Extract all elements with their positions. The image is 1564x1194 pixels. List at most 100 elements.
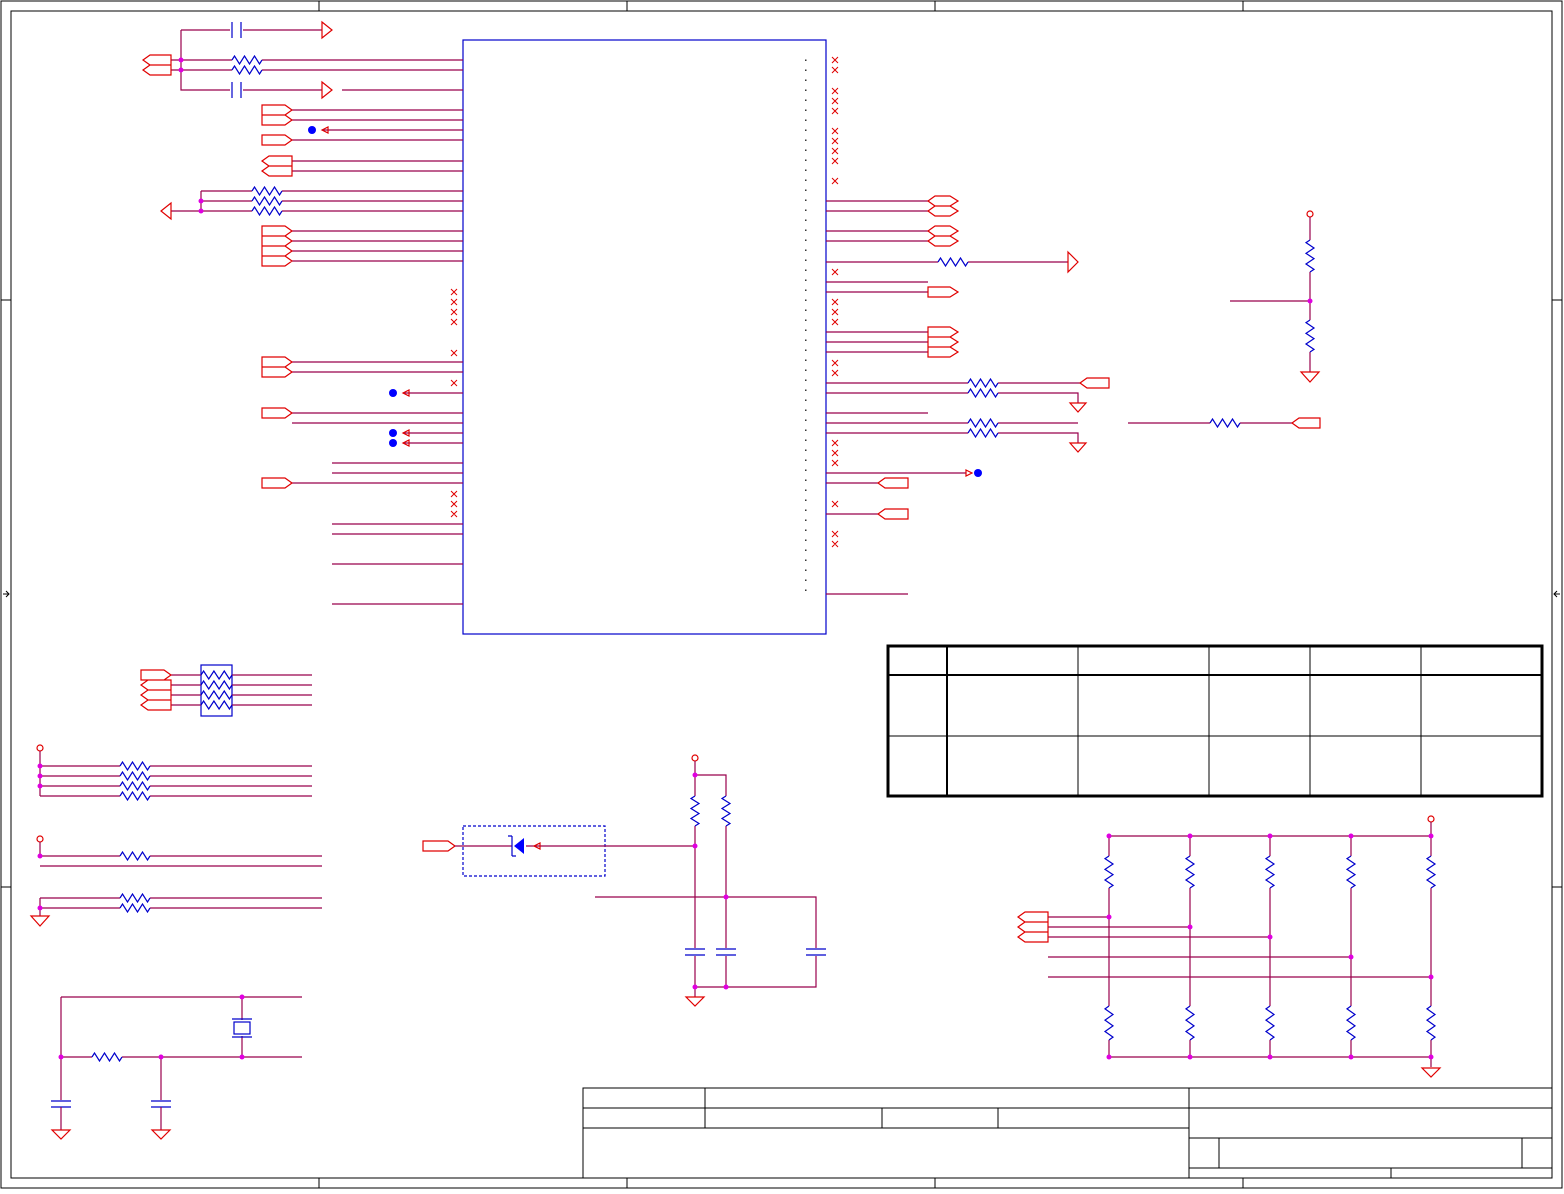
option-table [886,644,1544,798]
resistor-symbol [119,760,151,772]
resistor-symbol [91,1051,123,1063]
resistor-symbol [251,205,283,217]
ic-pin-mark [805,209,807,211]
resistor-symbol [967,427,999,439]
ic-pin-mark [805,449,807,451]
ic-pin-mark [805,79,807,81]
ic-pin-mark [805,549,807,551]
resistor-symbol [119,892,151,904]
resistor-symbol [1184,855,1196,889]
ic-pin-mark [805,369,807,371]
resistor-symbol [119,850,151,862]
ic-pin-mark [805,189,807,191]
resistor-symbol [1103,855,1115,889]
resistor-symbol [1304,239,1316,273]
resistor-symbol [1345,855,1357,889]
ic-pin-mark [805,339,807,341]
ic-pin-mark [805,479,807,481]
left-input-ports [160,104,463,605]
ic-pin-mark [805,109,807,111]
ic-pin-mark [805,439,807,441]
title-block [582,1087,1553,1179]
ic-pin-mark [805,389,807,391]
ic-pin-mark [805,329,807,331]
ic-pin-mark [805,539,807,541]
ic-pin-mark [805,559,807,561]
resistor-symbol [1345,1005,1357,1041]
crystal-oscillator [50,994,302,1140]
ic-pin-mark [805,159,807,161]
resistor-symbol [1264,1005,1276,1041]
resistor-symbol [1184,1005,1196,1041]
ic-pin-mark [805,289,807,291]
resistor-symbol [119,770,151,782]
ic-pin-mark [805,429,807,431]
ic-pin-mark [805,139,807,141]
resistor-ladder [1016,815,1442,1078]
resistor-symbol [937,256,969,268]
resistor-symbol [231,64,263,76]
resistor-symbol [251,195,283,207]
ic-pin-mark [805,99,807,101]
ic-pin-mark [805,569,807,571]
ic-pin-mark [805,249,807,251]
ic-pin-mark [805,59,807,61]
resistor-symbol [200,669,233,681]
schematic-sheet [0,0,1564,1190]
resistor-symbol [200,679,233,691]
ic-pin-mark [805,409,807,411]
ic-pin-mark [805,469,807,471]
voltage-divider [1128,210,1321,429]
ic-pin-mark [805,399,807,401]
ic-pin-mark [805,509,807,511]
resistor-symbol [1209,417,1241,429]
ic-pin-mark [805,259,807,261]
resistor-symbol [967,417,999,429]
resistor-pack [139,664,312,717]
ic-pin-mark [805,419,807,421]
ic-pin-mark [805,279,807,281]
ic-pin-mark [805,229,807,231]
resistor-symbol [200,699,233,711]
ic-pin-mark [805,499,807,501]
ic-pin-mark [805,219,807,221]
resistor-symbol [689,795,701,827]
resistor-symbol [251,185,283,197]
ic-pin-mark [805,69,807,71]
resistor-symbol [119,780,151,792]
sheet-frame [0,0,1563,1189]
resistor-symbol [1304,319,1316,353]
resistor-symbol [200,689,233,701]
right-output-ports [826,56,1110,595]
pull-up-resistors [29,744,322,927]
schematic-canvas [0,0,1563,1189]
ic-pin-mark [805,349,807,351]
resistor-symbol [231,54,263,66]
resistor-symbol [967,387,999,399]
resistor-symbol [1103,1005,1115,1041]
ic-pin-mark [805,579,807,581]
ic-pin-mark [805,459,807,461]
ic-pin-mark [805,489,807,491]
ic-pin-stubs [805,59,807,591]
ic-pin-mark [805,239,807,241]
reset-network [422,754,826,1007]
ic-pin-mark [805,319,807,321]
ic-pin-mark [805,149,807,151]
resistor-symbol [119,902,151,914]
resistor-symbol [119,790,151,802]
ic-pin-mark [805,129,807,131]
ic-pin-mark [805,269,807,271]
ic-pin-mark [805,359,807,361]
ic-pin-mark [805,179,807,181]
top-clock-network [141,20,463,100]
resistor-symbol [1264,855,1276,889]
resistor-symbols [91,54,1437,1063]
main-ic-body [462,39,827,635]
ic-pin-mark [805,379,807,381]
ic-pin-mark [805,529,807,531]
ic-pin-mark [805,519,807,521]
resistor-symbol [720,795,732,827]
ic-pin-mark [805,589,807,591]
ic-pin-mark [805,169,807,171]
